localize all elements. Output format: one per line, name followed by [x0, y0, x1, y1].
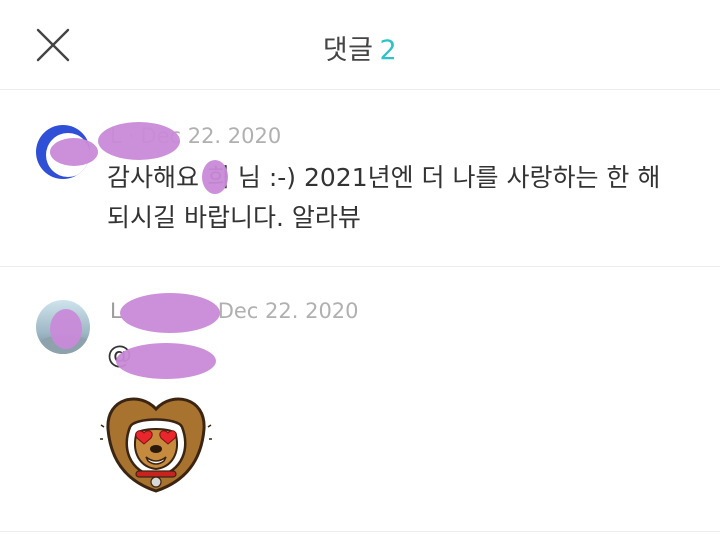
comment-item: L·Dec 22. 2020 감사해요 희 님 :-) 2021년엔 더 나를 …	[0, 90, 720, 267]
redaction-mark	[50, 138, 98, 166]
dog-sticker-icon	[100, 397, 212, 493]
title-label: 댓글	[322, 35, 374, 66]
comment-item: LDec 22. 2020 @	[0, 267, 720, 532]
page-title: 댓글 2	[0, 28, 720, 67]
redaction-mark	[98, 122, 180, 160]
redaction-mark	[116, 343, 216, 379]
comment-text-line: 되시길 바랍니다. 알라뷰	[107, 203, 361, 232]
redaction-mark	[50, 309, 82, 349]
redaction-mark	[120, 293, 220, 333]
app-header: 댓글 2	[0, 0, 720, 90]
comment-count: 2	[379, 35, 398, 66]
comment-text-line: 감사해요 희 님 :-) 2021년엔 더 나를 사랑하는 한 해	[107, 163, 661, 192]
redaction-mark	[202, 160, 228, 194]
dog-heart-eyes-sticker[interactable]	[100, 387, 212, 499]
comment-text: 감사해요 희 님 :-) 2021년엔 더 나를 사랑하는 한 해 되시길 바랍…	[107, 158, 660, 238]
comment-date: Dec 22. 2020	[217, 299, 359, 323]
